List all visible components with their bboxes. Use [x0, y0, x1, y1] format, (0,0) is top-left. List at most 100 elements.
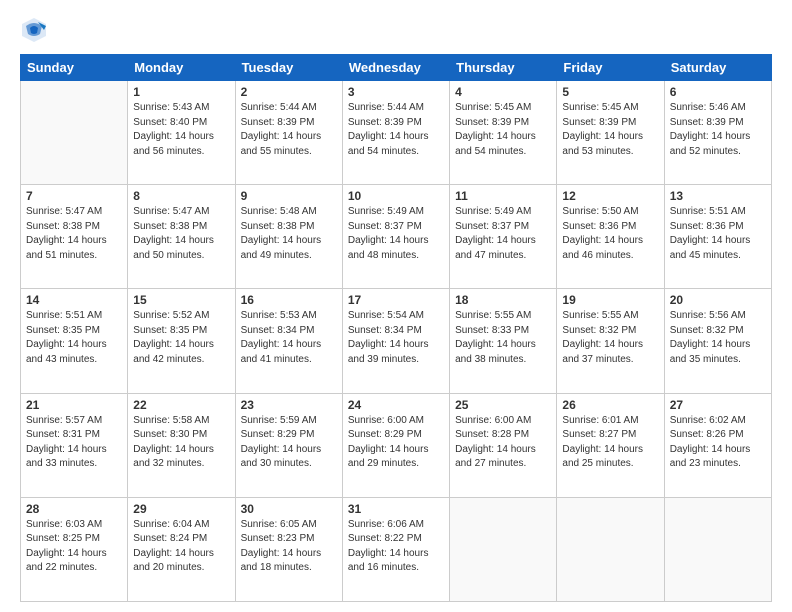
page: SundayMondayTuesdayWednesdayThursdayFrid… [0, 0, 792, 612]
day-info: Sunrise: 5:48 AM Sunset: 8:38 PM Dayligh… [241, 205, 337, 263]
day-info: Sunrise: 5:55 AM Sunset: 8:33 PM Dayligh… [455, 309, 551, 367]
calendar-cell: 22 Sunrise: 5:58 AM Sunset: 8:30 PM Dayli… [128, 393, 235, 497]
day-number: 2 [241, 85, 337, 99]
day-info: Sunrise: 6:01 AM Sunset: 8:27 PM Dayligh… [562, 414, 658, 472]
calendar-cell: 14 Sunrise: 5:51 AM Sunset: 8:35 PM Dayli… [21, 289, 128, 393]
day-info: Sunrise: 6:00 AM Sunset: 8:29 PM Dayligh… [348, 414, 444, 472]
day-number: 13 [670, 189, 766, 203]
calendar-cell: 21 Sunrise: 5:57 AM Sunset: 8:31 PM Dayli… [21, 393, 128, 497]
day-info: Sunrise: 5:51 AM Sunset: 8:35 PM Dayligh… [26, 309, 122, 367]
calendar-cell [450, 497, 557, 601]
calendar-cell: 16Sunrise: 5:53 AM Sunset: 8:34 PM Dayli… [235, 289, 342, 393]
day-number: 18 [455, 293, 551, 307]
calendar-header-row: SundayMondayTuesdayWednesdayThursdayFrid… [21, 55, 772, 81]
calendar-cell: 5Sunrise: 5:45 AM Sunset: 8:39 PM Daylig… [557, 81, 664, 185]
day-info: Sunrise: 6:05 AM Sunset: 8:23 PM Dayligh… [241, 518, 337, 576]
calendar-cell: 29Sunrise: 6:04 AM Sunset: 8:24 PM Dayli… [128, 497, 235, 601]
calendar-cell: 17 Sunrise: 5:54 AM Sunset: 8:34 PM Dayli… [342, 289, 449, 393]
calendar-week-row: 14 Sunrise: 5:51 AM Sunset: 8:35 PM Dayli… [21, 289, 772, 393]
day-number: 12 [562, 189, 658, 203]
day-number: 29 [133, 502, 229, 516]
day-info: Sunrise: 5:46 AM Sunset: 8:39 PM Dayligh… [670, 101, 766, 159]
day-info: Sunrise: 5:43 AM Sunset: 8:40 PM Dayligh… [133, 101, 229, 159]
calendar-header-thursday: Thursday [450, 55, 557, 81]
day-number: 20 [670, 293, 766, 307]
day-number: 31 [348, 502, 444, 516]
day-info: Sunrise: 5:51 AM Sunset: 8:36 PM Dayligh… [670, 205, 766, 263]
calendar-cell: 3Sunrise: 5:44 AM Sunset: 8:39 PM Daylig… [342, 81, 449, 185]
calendar-cell: 27 Sunrise: 6:02 AM Sunset: 8:26 PM Dayli… [664, 393, 771, 497]
calendar-header-wednesday: Wednesday [342, 55, 449, 81]
day-number: 21 [26, 398, 122, 412]
calendar-header-tuesday: Tuesday [235, 55, 342, 81]
header [20, 16, 772, 44]
day-info: Sunrise: 5:58 AM Sunset: 8:30 PM Dayligh… [133, 414, 229, 472]
calendar-cell: 15Sunrise: 5:52 AM Sunset: 8:35 PM Dayli… [128, 289, 235, 393]
calendar-table: SundayMondayTuesdayWednesdayThursdayFrid… [20, 54, 772, 602]
calendar-cell: 28 Sunrise: 6:03 AM Sunset: 8:25 PM Dayli… [21, 497, 128, 601]
day-info: Sunrise: 5:50 AM Sunset: 8:36 PM Dayligh… [562, 205, 658, 263]
calendar-week-row: 1 Sunrise: 5:43 AM Sunset: 8:40 PM Daylig… [21, 81, 772, 185]
calendar-header-friday: Friday [557, 55, 664, 81]
day-info: Sunrise: 5:47 AM Sunset: 8:38 PM Dayligh… [26, 205, 122, 263]
day-info: Sunrise: 6:06 AM Sunset: 8:22 PM Dayligh… [348, 518, 444, 576]
calendar-header-monday: Monday [128, 55, 235, 81]
day-number: 11 [455, 189, 551, 203]
day-number: 28 [26, 502, 122, 516]
day-info: Sunrise: 6:02 AM Sunset: 8:26 PM Dayligh… [670, 414, 766, 472]
day-info: Sunrise: 5:54 AM Sunset: 8:34 PM Dayligh… [348, 309, 444, 367]
calendar-cell: 9Sunrise: 5:48 AM Sunset: 8:38 PM Daylig… [235, 185, 342, 289]
calendar-cell: 23Sunrise: 5:59 AM Sunset: 8:29 PM Dayli… [235, 393, 342, 497]
calendar-cell: 31 Sunrise: 6:06 AM Sunset: 8:22 PM Dayli… [342, 497, 449, 601]
calendar-cell: 4Sunrise: 5:45 AM Sunset: 8:39 PM Daylig… [450, 81, 557, 185]
day-number: 6 [670, 85, 766, 99]
day-info: Sunrise: 5:47 AM Sunset: 8:38 PM Dayligh… [133, 205, 229, 263]
calendar-cell [557, 497, 664, 601]
calendar-cell: 20 Sunrise: 5:56 AM Sunset: 8:32 PM Dayli… [664, 289, 771, 393]
calendar-week-row: 21 Sunrise: 5:57 AM Sunset: 8:31 PM Dayli… [21, 393, 772, 497]
day-number: 23 [241, 398, 337, 412]
day-number: 30 [241, 502, 337, 516]
calendar-cell: 25Sunrise: 6:00 AM Sunset: 8:28 PM Dayli… [450, 393, 557, 497]
day-info: Sunrise: 5:49 AM Sunset: 8:37 PM Dayligh… [348, 205, 444, 263]
calendar-cell [664, 497, 771, 601]
day-info: Sunrise: 5:57 AM Sunset: 8:31 PM Dayligh… [26, 414, 122, 472]
logo [20, 16, 52, 44]
day-number: 27 [670, 398, 766, 412]
day-number: 7 [26, 189, 122, 203]
day-number: 10 [348, 189, 444, 203]
calendar-cell: 6 Sunrise: 5:46 AM Sunset: 8:39 PM Daylig… [664, 81, 771, 185]
day-info: Sunrise: 5:55 AM Sunset: 8:32 PM Dayligh… [562, 309, 658, 367]
day-number: 19 [562, 293, 658, 307]
day-info: Sunrise: 5:56 AM Sunset: 8:32 PM Dayligh… [670, 309, 766, 367]
day-info: Sunrise: 5:44 AM Sunset: 8:39 PM Dayligh… [241, 101, 337, 159]
day-info: Sunrise: 6:03 AM Sunset: 8:25 PM Dayligh… [26, 518, 122, 576]
calendar-week-row: 28 Sunrise: 6:03 AM Sunset: 8:25 PM Dayli… [21, 497, 772, 601]
calendar-cell: 13 Sunrise: 5:51 AM Sunset: 8:36 PM Dayli… [664, 185, 771, 289]
calendar-header-sunday: Sunday [21, 55, 128, 81]
day-number: 3 [348, 85, 444, 99]
calendar-cell: 18 Sunrise: 5:55 AM Sunset: 8:33 PM Dayli… [450, 289, 557, 393]
day-number: 15 [133, 293, 229, 307]
day-number: 22 [133, 398, 229, 412]
calendar-cell: 10 Sunrise: 5:49 AM Sunset: 8:37 PM Dayli… [342, 185, 449, 289]
calendar-cell: 8 Sunrise: 5:47 AM Sunset: 8:38 PM Daylig… [128, 185, 235, 289]
logo-icon [20, 16, 48, 44]
day-info: Sunrise: 5:45 AM Sunset: 8:39 PM Dayligh… [562, 101, 658, 159]
day-info: Sunrise: 5:53 AM Sunset: 8:34 PM Dayligh… [241, 309, 337, 367]
day-number: 14 [26, 293, 122, 307]
calendar-cell: 30 Sunrise: 6:05 AM Sunset: 8:23 PM Dayli… [235, 497, 342, 601]
day-number: 8 [133, 189, 229, 203]
day-number: 24 [348, 398, 444, 412]
day-info: Sunrise: 6:00 AM Sunset: 8:28 PM Dayligh… [455, 414, 551, 472]
calendar-cell: 7 Sunrise: 5:47 AM Sunset: 8:38 PM Daylig… [21, 185, 128, 289]
calendar-header-saturday: Saturday [664, 55, 771, 81]
calendar-cell: 11Sunrise: 5:49 AM Sunset: 8:37 PM Dayli… [450, 185, 557, 289]
day-info: Sunrise: 5:45 AM Sunset: 8:39 PM Dayligh… [455, 101, 551, 159]
day-number: 26 [562, 398, 658, 412]
calendar-cell: 19 Sunrise: 5:55 AM Sunset: 8:32 PM Dayli… [557, 289, 664, 393]
calendar-cell: 26 Sunrise: 6:01 AM Sunset: 8:27 PM Dayli… [557, 393, 664, 497]
day-number: 17 [348, 293, 444, 307]
calendar-cell: 1 Sunrise: 5:43 AM Sunset: 8:40 PM Daylig… [128, 81, 235, 185]
day-number: 1 [133, 85, 229, 99]
